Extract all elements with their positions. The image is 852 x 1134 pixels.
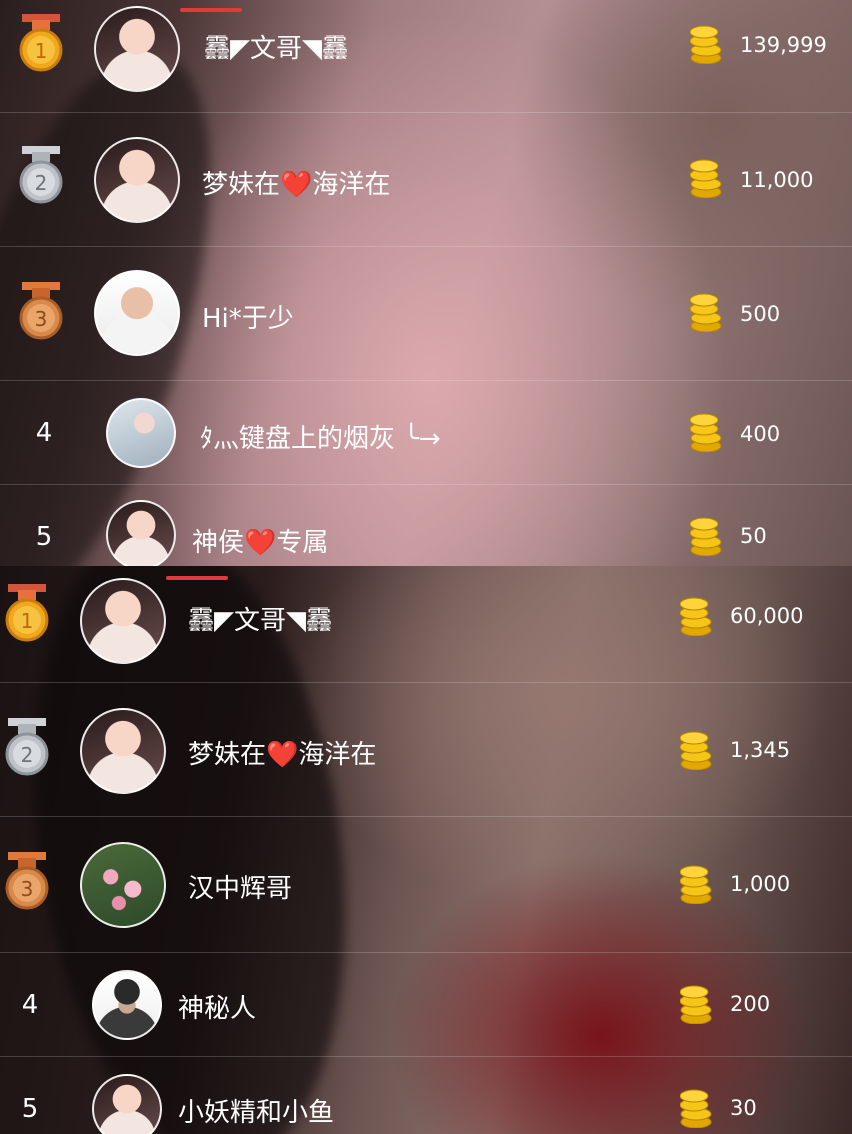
coin-amount: 60,000 bbox=[730, 604, 804, 628]
rank-number: 5 bbox=[21, 1094, 39, 1124]
bronze-medal-icon: 3 bbox=[19, 282, 63, 340]
coin-amount: 400 bbox=[740, 422, 781, 446]
avatar[interactable] bbox=[80, 578, 166, 664]
coin-amount: 50 bbox=[740, 524, 767, 548]
avatar[interactable] bbox=[80, 708, 166, 794]
coin-amount: 1,345 bbox=[730, 738, 791, 762]
coin-stack-icon bbox=[690, 159, 722, 198]
svg-text:1: 1 bbox=[21, 609, 34, 633]
user-name[interactable]: Hi*于少 bbox=[202, 298, 294, 335]
user-name[interactable]: 汉中辉哥 bbox=[188, 868, 292, 905]
svg-text:2: 2 bbox=[21, 743, 34, 767]
user-name[interactable]: 梦妹在❤️海洋在 bbox=[202, 164, 390, 201]
mystery-user-avatar[interactable] bbox=[92, 970, 162, 1040]
avatar[interactable] bbox=[92, 1074, 162, 1134]
user-name[interactable]: 神秘人 bbox=[178, 988, 256, 1025]
avatar[interactable] bbox=[106, 500, 176, 566]
leaderboard-row[interactable]: 4 神秘人 200 bbox=[0, 952, 852, 1057]
leaderboard-row[interactable]: 2 梦妹在❤️海洋在 11,000 bbox=[0, 112, 852, 247]
rank-number: 5 bbox=[35, 522, 53, 552]
avatar[interactable] bbox=[106, 398, 176, 468]
avatar[interactable] bbox=[94, 6, 180, 92]
coin-stack-icon bbox=[680, 865, 712, 904]
svg-text:1: 1 bbox=[35, 39, 48, 63]
bronze-medal-icon: 3 bbox=[5, 852, 49, 910]
user-name[interactable]: 䨺◤文哥◥䨺 bbox=[188, 600, 332, 637]
gold-medal-icon: 1 bbox=[5, 584, 49, 642]
avatar[interactable] bbox=[80, 842, 166, 928]
svg-text:3: 3 bbox=[21, 877, 34, 901]
leaderboard-panel-top: 1 䨺◤文哥◥䨺 139,999 2 梦妹在❤️海洋在 11,000 3 Hi*… bbox=[0, 0, 852, 566]
svg-text:3: 3 bbox=[35, 307, 48, 331]
coin-stack-icon bbox=[690, 25, 722, 64]
rank-number: 4 bbox=[21, 990, 39, 1020]
gold-medal-icon: 1 bbox=[19, 14, 63, 72]
user-name[interactable]: ﾀ灬键盘上的烟灰 ╰→ bbox=[200, 418, 441, 455]
coin-amount: 1,000 bbox=[730, 872, 791, 896]
leaderboard-panel-bottom: 1 䨺◤文哥◥䨺 60,000 2 梦妹在❤️海洋在 1,345 3 汉中辉哥 … bbox=[0, 566, 852, 1134]
leaderboard-row[interactable]: 4 ﾀ灬键盘上的烟灰 ╰→ 400 bbox=[0, 380, 852, 485]
coin-stack-icon bbox=[680, 731, 712, 770]
avatar[interactable] bbox=[94, 270, 180, 356]
leaderboard-row[interactable]: 2 梦妹在❤️海洋在 1,345 bbox=[0, 682, 852, 817]
svg-text:2: 2 bbox=[35, 171, 48, 195]
coin-stack-icon bbox=[680, 1089, 712, 1128]
user-name[interactable]: 梦妹在❤️海洋在 bbox=[188, 734, 376, 771]
coin-stack-icon bbox=[690, 517, 722, 556]
coin-stack-icon bbox=[690, 293, 722, 332]
silver-medal-icon: 2 bbox=[19, 146, 63, 204]
user-name[interactable]: 䨺◤文哥◥䨺 bbox=[204, 28, 348, 65]
coin-amount: 500 bbox=[740, 302, 781, 326]
coin-stack-icon bbox=[680, 985, 712, 1024]
coin-stack-icon bbox=[690, 413, 722, 452]
leaderboard-row[interactable]: 3 Hi*于少 500 bbox=[0, 246, 852, 381]
coin-stack-icon bbox=[680, 597, 712, 636]
leaderboard-row[interactable]: 1 䨺◤文哥◥䨺 139,999 bbox=[0, 0, 852, 113]
silver-medal-icon: 2 bbox=[5, 718, 49, 776]
rank-number: 4 bbox=[35, 418, 53, 448]
coin-amount: 139,999 bbox=[740, 33, 827, 57]
leaderboard-row[interactable]: 5 神侯❤️专属 50 bbox=[0, 484, 852, 566]
leaderboard-row[interactable]: 5 小妖精和小鱼 30 bbox=[0, 1056, 852, 1134]
user-name[interactable]: 小妖精和小鱼 bbox=[178, 1092, 334, 1129]
coin-amount: 200 bbox=[730, 992, 771, 1016]
leaderboard-row[interactable]: 1 䨺◤文哥◥䨺 60,000 bbox=[0, 566, 852, 683]
coin-amount: 11,000 bbox=[740, 168, 814, 192]
avatar[interactable] bbox=[94, 137, 180, 223]
leaderboard-row[interactable]: 3 汉中辉哥 1,000 bbox=[0, 816, 852, 953]
coin-amount: 30 bbox=[730, 1096, 757, 1120]
user-name[interactable]: 神侯❤️专属 bbox=[192, 522, 328, 559]
